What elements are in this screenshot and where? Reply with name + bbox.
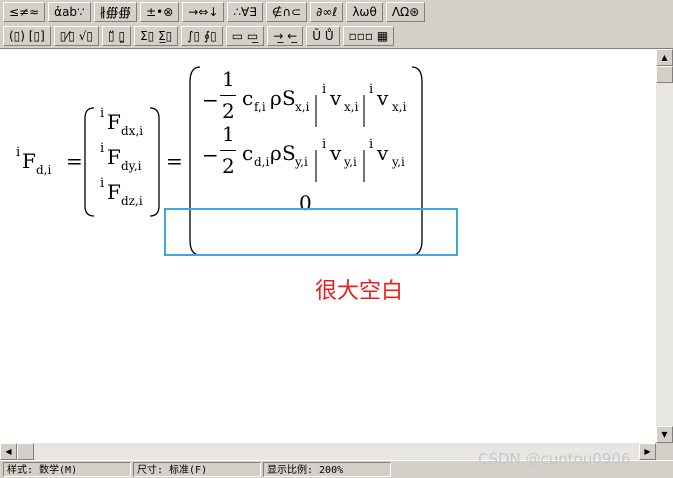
blank-space-annotation: 很大空白 bbox=[315, 279, 404, 304]
down-arrow-icon: ▼ bbox=[661, 430, 668, 439]
summation-template-button[interactable]: Σ▯ Σ̲▯ bbox=[134, 26, 179, 46]
equals-sign-1: = bbox=[66, 149, 83, 173]
row1-area: S bbox=[282, 86, 296, 110]
row2-area: S bbox=[282, 141, 296, 165]
row2-fraction-bar bbox=[220, 150, 236, 151]
watermark: CSDN @cuntou0906 bbox=[478, 450, 631, 468]
row1-rho: ρ bbox=[270, 86, 282, 110]
lhs-subscript: d,i bbox=[36, 163, 52, 177]
arrows-palette-button[interactable]: →⇔↓ bbox=[182, 2, 225, 22]
scroll-right-button[interactable]: ▶ bbox=[639, 443, 656, 460]
row2-rho: ρ bbox=[270, 141, 282, 165]
set-theory-palette-button[interactable]: ∉∩⊂ bbox=[265, 2, 308, 22]
embellishments-palette-button[interactable]: ∦∰∰ bbox=[93, 2, 138, 22]
underbar-overbar-template-button[interactable]: ▭ ▭̲ bbox=[225, 26, 265, 46]
integral-template-button[interactable]: ∫▯ ∮▯ bbox=[181, 26, 223, 46]
row2-v1-subscript: y,i bbox=[344, 155, 357, 169]
col-x-force: F bbox=[107, 110, 121, 134]
vertical-scrollbar[interactable]: ▲ ▼ bbox=[656, 49, 673, 443]
matrix-template-button[interactable]: ▫▫▫ ▦ bbox=[342, 26, 395, 46]
vertical-scroll-thumb[interactable] bbox=[656, 66, 673, 83]
scroll-up-button[interactable]: ▲ bbox=[656, 49, 673, 66]
row2-numerator: 1 bbox=[222, 122, 235, 146]
toolbar-row-symbols: ≤≠≈ ἀab∵ ∦∰∰ ±•⊗ →⇔↓ ∴∀∃ ∉∩⊂ ∂∞ℓ λωθ ΛΩ⊛ bbox=[0, 0, 426, 24]
right-arrow-icon: ▶ bbox=[644, 447, 651, 456]
misc-symbols-palette-button[interactable]: ∂∞ℓ bbox=[310, 2, 344, 22]
col-x-subscript: dx,i bbox=[121, 124, 144, 138]
row1-v2: v bbox=[377, 86, 389, 110]
blank-space-highlight-box bbox=[164, 208, 458, 256]
status-size: 尺寸: 标准(F) bbox=[133, 462, 261, 477]
row2-coef: c bbox=[242, 141, 254, 165]
row1-coef: c bbox=[242, 86, 254, 110]
row2-area-subscript: y,i bbox=[295, 155, 308, 169]
row1-area-subscript: x,i bbox=[295, 100, 310, 114]
row1-coef-subscript: f,i bbox=[254, 100, 266, 114]
horizontal-scroll-thumb[interactable] bbox=[17, 443, 34, 460]
row2-v1: v bbox=[330, 141, 342, 165]
labeled-arrow-template-button[interactable]: →̲ ←̲ bbox=[267, 26, 304, 46]
col-y-force: F bbox=[107, 145, 121, 169]
row1-v1-subscript: x,i bbox=[344, 100, 359, 114]
toolbar-row-templates: (▯) [▯] ▯⁄▯ √▯ ▯̈ ▯̰ Σ▯ Σ̲▯ ∫▯ ∮▯ ▭ ▭̲ →… bbox=[0, 24, 395, 48]
row1-denominator: 2 bbox=[222, 99, 235, 123]
col-z-prescript: i bbox=[100, 176, 105, 191]
col-x-prescript: i bbox=[100, 106, 105, 121]
lhs-force: F bbox=[22, 149, 36, 173]
row2-v2: v bbox=[377, 141, 389, 165]
scrollbar-corner bbox=[656, 443, 673, 460]
row1-v1-prescript: i bbox=[322, 82, 327, 97]
col-z-subscript: dz,i bbox=[121, 194, 143, 208]
scroll-left-button[interactable]: ◀ bbox=[0, 443, 17, 460]
row1-fraction-bar bbox=[220, 95, 236, 96]
products-template-button[interactable]: Ū Ů bbox=[306, 26, 340, 46]
row2-coef-subscript: d,i bbox=[254, 155, 270, 169]
row1-v2-subscript: x,i bbox=[392, 100, 407, 114]
greek-uppercase-palette-button[interactable]: ΛΩ⊛ bbox=[385, 2, 426, 22]
left-arrow-icon: ◀ bbox=[5, 447, 12, 456]
subscript-template-button[interactable]: ▯̈ ▯̰ bbox=[102, 26, 132, 46]
status-zoom: 显示比例: 200% bbox=[263, 462, 391, 477]
symbol-toolbar: ≤≠≈ ἀab∵ ∦∰∰ ±•⊗ →⇔↓ ∴∀∃ ∉∩⊂ ∂∞ℓ λωθ ΛΩ⊛… bbox=[0, 0, 673, 49]
up-arrow-icon: ▲ bbox=[661, 53, 668, 62]
row2-minus: − bbox=[202, 143, 219, 167]
col-y-subscript: dy,i bbox=[121, 159, 142, 173]
lhs-prescript: i bbox=[16, 145, 21, 160]
relations-palette-button[interactable]: ≤≠≈ bbox=[3, 2, 46, 22]
equals-sign-2: = bbox=[166, 149, 183, 173]
col-z-force: F bbox=[107, 180, 121, 204]
row1-v1: v bbox=[330, 86, 342, 110]
scroll-down-button[interactable]: ▼ bbox=[656, 426, 673, 443]
status-style: 样式: 数学(M) bbox=[3, 462, 131, 477]
fence-template-button[interactable]: (▯) [▯] bbox=[3, 26, 51, 46]
fraction-radical-template-button[interactable]: ▯⁄▯ √▯ bbox=[53, 26, 100, 46]
spaces-ellipses-palette-button[interactable]: ἀab∵ bbox=[48, 2, 91, 22]
row1-minus: − bbox=[202, 88, 219, 112]
row2-denominator: 2 bbox=[222, 154, 235, 178]
row2-v2-prescript: i bbox=[369, 137, 374, 152]
logical-palette-button[interactable]: ∴∀∃ bbox=[227, 2, 263, 22]
operators-palette-button[interactable]: ±•⊗ bbox=[140, 2, 180, 22]
row1-v2-prescript: i bbox=[369, 82, 374, 97]
greek-lowercase-palette-button[interactable]: λωθ bbox=[346, 2, 383, 22]
row2-v2-subscript: y,i bbox=[392, 155, 405, 169]
row2-v1-prescript: i bbox=[322, 137, 327, 152]
row1-numerator: 1 bbox=[222, 67, 235, 91]
col-y-prescript: i bbox=[100, 141, 105, 156]
